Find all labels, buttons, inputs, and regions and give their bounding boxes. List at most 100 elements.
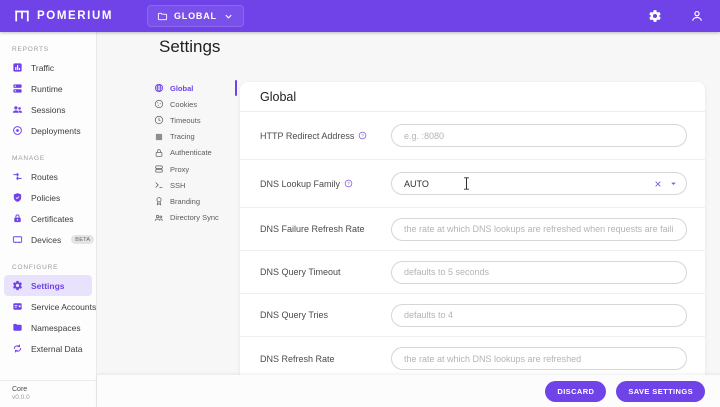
service-accounts-icon [12, 301, 23, 312]
brand[interactable]: POMERIUM [14, 8, 113, 24]
terminal-icon [154, 180, 164, 190]
sidebar-item-traffic[interactable]: Traffic [0, 57, 92, 78]
sidebar-item-deployments[interactable]: Deployments [0, 120, 92, 141]
runtime-icon [12, 83, 23, 94]
proxy-icon [154, 164, 164, 174]
discard-button[interactable]: DISCARD [545, 381, 606, 402]
field-label: DNS Query Tries [260, 310, 328, 320]
tab-ssh[interactable]: SSH [154, 177, 234, 193]
tab-label: Authenticate [170, 148, 212, 157]
main-content: Settings Global Cookies Timeouts [97, 32, 720, 407]
selected-tab-indicator [235, 80, 238, 96]
info-icon[interactable]: ? [344, 179, 353, 188]
tab-timeouts[interactable]: Timeouts [154, 112, 234, 128]
sidebar-item-label: Policies [31, 193, 60, 203]
field-row-dns-refresh-rate: DNS Refresh Rate [240, 337, 705, 380]
page-title: Settings [159, 37, 220, 57]
product-version: v0.0.0 [12, 394, 96, 401]
tab-label: Directory Sync [170, 213, 219, 222]
sidebar-item-certificates[interactable]: Certificates [0, 208, 92, 229]
section-header: REPORTS [0, 40, 96, 57]
field-label: DNS Failure Refresh Rate [260, 224, 365, 234]
sidebar-item-label: External Data [31, 344, 83, 354]
tab-cookies[interactable]: Cookies [154, 96, 234, 112]
tab-label: Proxy [170, 165, 189, 174]
sidebar-item-label: Routes [31, 172, 58, 182]
sidebar-item-label: Traffic [31, 63, 54, 73]
clear-x-icon[interactable] [654, 180, 662, 188]
routes-icon [12, 171, 23, 182]
sidebar-item-label: Certificates [31, 214, 74, 224]
tab-label: Branding [170, 197, 200, 206]
sidebar-item-external-data[interactable]: External Data [0, 338, 92, 359]
field-label: DNS Lookup Family [260, 179, 340, 189]
field-row-dns-query-tries: DNS Query Tries [240, 294, 705, 337]
info-icon[interactable]: ? [358, 131, 367, 140]
tab-label: Timeouts [170, 116, 201, 125]
deployments-icon [12, 125, 23, 136]
account-person-icon[interactable] [690, 9, 704, 23]
sidebar-section-configure: CONFIGURE Settings Service Accounts Name… [0, 258, 96, 359]
external-data-icon [12, 343, 23, 354]
sidebar-item-label: Runtime [31, 84, 63, 94]
dropdown-caret-icon[interactable] [669, 179, 678, 188]
sidebar: REPORTS Traffic Runtime [0, 32, 97, 407]
settings-panel: Global HTTP Redirect Address ? DNS Looku… [240, 82, 705, 407]
field-label: DNS Refresh Rate [260, 354, 335, 364]
sidebar-item-devices[interactable]: Devices BETA [0, 229, 92, 250]
tab-label: Global [170, 84, 193, 93]
sidebar-item-policies[interactable]: Policies [0, 187, 92, 208]
product-name: Core [12, 386, 96, 393]
tab-tracing[interactable]: Tracing [154, 129, 234, 145]
beta-badge: BETA [71, 235, 94, 244]
sidebar-item-namespaces[interactable]: Namespaces [0, 317, 92, 338]
section-header: MANAGE [0, 149, 96, 166]
sidebar-item-routes[interactable]: Routes [0, 166, 92, 187]
brand-name: POMERIUM [37, 10, 113, 22]
settings-subnav: Global Cookies Timeouts Tracing [154, 80, 234, 226]
cookie-icon [154, 99, 164, 109]
sidebar-item-runtime[interactable]: Runtime [0, 78, 92, 99]
sidebar-item-service-accounts[interactable]: Service Accounts [0, 296, 92, 317]
dns-query-timeout-input[interactable] [391, 261, 687, 284]
field-label: HTTP Redirect Address [260, 131, 354, 141]
sidebar-item-label: Namespaces [31, 323, 81, 333]
tab-global[interactable]: Global [154, 80, 234, 96]
directory-sync-icon [154, 213, 164, 223]
certificates-lock-icon [12, 213, 23, 224]
sidebar-item-label: Deployments [31, 126, 81, 136]
sidebar-item-sessions[interactable]: Sessions [0, 99, 92, 120]
globe-icon [154, 83, 164, 93]
clock-icon [154, 115, 164, 125]
field-label: DNS Query Timeout [260, 267, 341, 277]
tab-label: Tracing [170, 132, 195, 141]
field-row-dns-query-timeout: DNS Query Timeout [240, 251, 705, 294]
ribbon-icon [154, 196, 164, 206]
traffic-chart-icon [12, 62, 23, 73]
devices-icon [12, 234, 23, 245]
save-settings-button[interactable]: SAVE SETTINGS [616, 381, 705, 402]
sidebar-item-settings[interactable]: Settings [4, 275, 92, 296]
dns-lookup-family-combobox[interactable] [391, 172, 687, 195]
sidebar-item-label: Sessions [31, 105, 66, 115]
chevron-down-icon [223, 11, 234, 22]
dns-query-tries-input[interactable] [391, 304, 687, 327]
http-redirect-address-input[interactable] [391, 124, 687, 147]
tab-proxy[interactable]: Proxy [154, 161, 234, 177]
dns-refresh-rate-input[interactable] [391, 347, 687, 370]
field-row-dns-failure-refresh-rate: DNS Failure Refresh Rate [240, 208, 705, 251]
sidebar-section-manage: MANAGE Routes Policies [0, 149, 96, 250]
tab-branding[interactable]: Branding [154, 193, 234, 209]
section-header: CONFIGURE [0, 258, 96, 275]
field-row-dns-lookup-family: DNS Lookup Family ? [240, 160, 705, 208]
tab-authenticate[interactable]: Authenticate [154, 145, 234, 161]
tab-label: SSH [170, 181, 185, 190]
settings-gear-icon[interactable] [648, 9, 662, 23]
sidebar-item-label: Settings [31, 281, 65, 291]
dns-failure-refresh-rate-input[interactable] [391, 218, 687, 241]
workspace-switcher[interactable]: GLOBAL [147, 5, 244, 27]
tab-directory-sync[interactable]: Directory Sync [154, 210, 234, 226]
panel-title: Global [240, 82, 705, 112]
sessions-people-icon [12, 104, 23, 115]
sidebar-item-label: Service Accounts [31, 302, 96, 312]
